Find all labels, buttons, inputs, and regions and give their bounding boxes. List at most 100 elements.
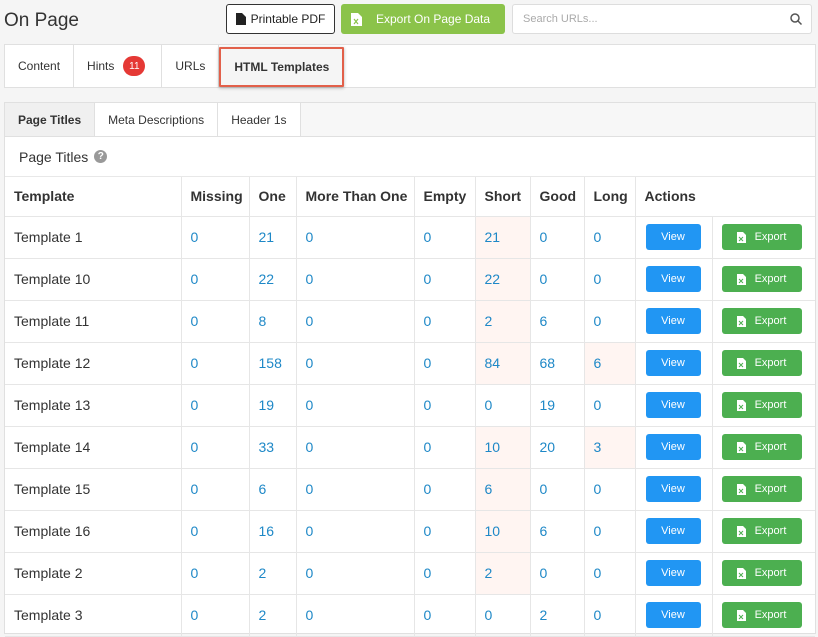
tab-html-templates[interactable]: HTML Templates [219, 47, 345, 87]
subtab-header-1s[interactable]: Header 1s [218, 103, 301, 136]
empty-count[interactable]: 0 [414, 510, 476, 553]
tab-content[interactable]: Content [5, 45, 75, 87]
good-count[interactable]: 68 [530, 342, 585, 385]
one-count[interactable]: 8 [249, 300, 297, 343]
subtab-meta-descriptions[interactable]: Meta Descriptions [95, 103, 219, 136]
short-count[interactable]: 10 [475, 426, 531, 469]
column-header-short[interactable]: Short [475, 177, 531, 217]
view-button[interactable]: View [645, 602, 701, 628]
short-count[interactable]: 10 [475, 510, 531, 553]
missing-count[interactable]: 0 [181, 342, 250, 385]
printable-pdf-button[interactable]: Printable PDF [226, 4, 335, 34]
help-icon[interactable]: ? [94, 150, 108, 163]
good-count[interactable]: 2 [530, 594, 585, 637]
view-button[interactable]: View [645, 266, 701, 292]
short-count[interactable]: 21 [475, 216, 531, 259]
good-count[interactable]: 0 [530, 552, 585, 595]
one-count[interactable]: 2 [249, 594, 297, 637]
export-button[interactable]: Export [721, 434, 802, 460]
tab-hints[interactable]: Hints 11 [74, 45, 163, 87]
column-header-one[interactable]: One [249, 177, 297, 217]
short-count[interactable]: 22 [475, 258, 531, 301]
short-count[interactable]: 6 [475, 468, 531, 511]
view-button[interactable]: View [645, 392, 701, 418]
missing-count[interactable]: 0 [181, 594, 250, 637]
long-count[interactable]: 0 [584, 216, 636, 259]
view-button[interactable]: View [645, 350, 701, 376]
short-count[interactable]: 0 [475, 384, 531, 427]
tab-urls[interactable]: URLs [162, 45, 220, 87]
long-count[interactable]: 0 [584, 552, 636, 595]
more-than-one-count[interactable]: 0 [296, 300, 415, 343]
search-input[interactable] [513, 5, 773, 33]
missing-count[interactable]: 0 [181, 258, 250, 301]
missing-count[interactable]: 0 [181, 384, 250, 427]
more-than-one-count[interactable]: 0 [296, 258, 415, 301]
more-than-one-count[interactable]: 0 [296, 552, 415, 595]
view-button[interactable]: View [645, 518, 701, 544]
more-than-one-count[interactable]: 0 [296, 342, 415, 385]
empty-count[interactable]: 0 [414, 552, 476, 595]
one-count[interactable]: 22 [249, 258, 297, 301]
view-button[interactable]: View [645, 434, 701, 460]
more-than-one-count[interactable]: 0 [296, 384, 415, 427]
column-header-empty[interactable]: Empty [414, 177, 476, 217]
empty-count[interactable]: 0 [414, 342, 476, 385]
short-count[interactable]: 2 [475, 552, 531, 595]
export-button[interactable]: Export [721, 560, 802, 586]
view-button[interactable]: View [645, 308, 701, 334]
one-count[interactable]: 6 [249, 468, 297, 511]
column-header-good[interactable]: Good [530, 177, 585, 217]
long-count[interactable]: 0 [584, 258, 636, 301]
view-button[interactable]: View [645, 224, 701, 250]
short-count[interactable]: 0 [475, 594, 531, 637]
empty-count[interactable]: 0 [414, 216, 476, 259]
more-than-one-count[interactable]: 0 [296, 468, 415, 511]
one-count[interactable]: 158 [249, 342, 297, 385]
empty-count[interactable]: 0 [414, 468, 476, 511]
one-count[interactable]: 33 [249, 426, 297, 469]
good-count[interactable]: 20 [530, 426, 585, 469]
missing-count[interactable]: 0 [181, 300, 250, 343]
column-header-missing[interactable]: Missing [181, 177, 250, 217]
short-count[interactable]: 84 [475, 342, 531, 385]
missing-count[interactable]: 0 [181, 216, 250, 259]
column-header-more-than-one[interactable]: More Than One [296, 177, 415, 217]
search-icon[interactable] [789, 12, 803, 26]
one-count[interactable]: 19 [249, 384, 297, 427]
subtab-page-titles[interactable]: Page Titles [5, 103, 96, 136]
more-than-one-count[interactable]: 0 [296, 426, 415, 469]
long-count[interactable]: 6 [584, 342, 636, 385]
view-button[interactable]: View [645, 476, 701, 502]
long-count[interactable]: 3 [584, 426, 636, 469]
good-count[interactable]: 19 [530, 384, 585, 427]
export-button[interactable]: Export [721, 476, 802, 502]
export-button[interactable]: Export [721, 518, 802, 544]
long-count[interactable]: 0 [584, 300, 636, 343]
export-button[interactable]: Export [721, 266, 802, 292]
export-button[interactable]: Export [721, 350, 802, 376]
empty-count[interactable]: 0 [414, 300, 476, 343]
long-count[interactable]: 0 [584, 510, 636, 553]
missing-count[interactable]: 0 [181, 468, 250, 511]
empty-count[interactable]: 0 [414, 384, 476, 427]
export-button[interactable]: Export [721, 392, 802, 418]
one-count[interactable]: 2 [249, 552, 297, 595]
more-than-one-count[interactable]: 0 [296, 510, 415, 553]
one-count[interactable]: 21 [249, 216, 297, 259]
short-count[interactable]: 2 [475, 300, 531, 343]
view-button[interactable]: View [645, 560, 701, 586]
export-button[interactable]: Export [721, 602, 802, 628]
more-than-one-count[interactable]: 0 [296, 594, 415, 637]
long-count[interactable]: 0 [584, 384, 636, 427]
good-count[interactable]: 0 [530, 258, 585, 301]
export-button[interactable]: Export [721, 308, 802, 334]
good-count[interactable]: 0 [530, 468, 585, 511]
more-than-one-count[interactable]: 0 [296, 216, 415, 259]
column-header-long[interactable]: Long [584, 177, 636, 217]
good-count[interactable]: 6 [530, 510, 585, 553]
missing-count[interactable]: 0 [181, 510, 250, 553]
export-on-page-data-button[interactable]: Export On Page Data [341, 4, 505, 34]
long-count[interactable]: 0 [584, 594, 636, 637]
export-button[interactable]: Export [721, 224, 802, 250]
